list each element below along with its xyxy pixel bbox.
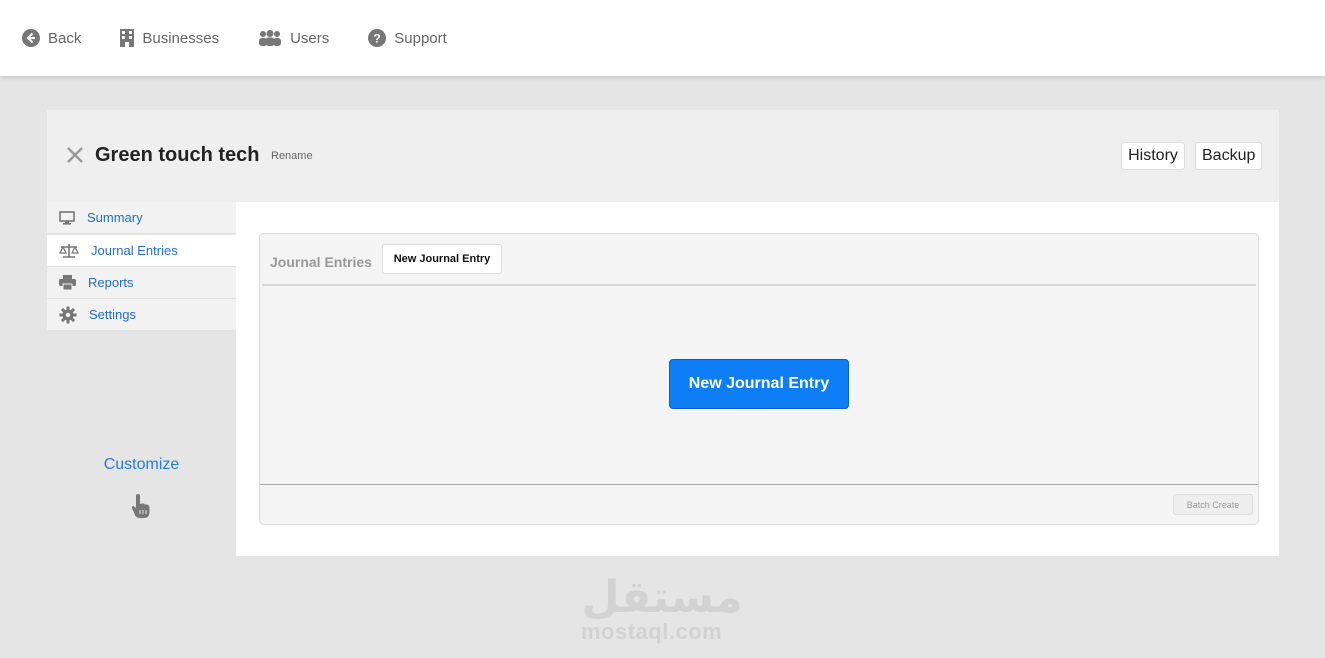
sidebar-item-journal-entries[interactable]: Journal Entries (47, 235, 236, 267)
question-circle-icon: ? (368, 29, 387, 47)
nav-support-label: Support (394, 29, 447, 47)
pointer-hand-icon[interactable] (130, 493, 152, 519)
building-icon (120, 29, 135, 47)
watermark-domain: mostaql.com (581, 619, 723, 644)
customize-link[interactable]: Customize (47, 456, 236, 474)
watermark-arabic: مستقل (582, 572, 742, 620)
close-icon[interactable] (65, 145, 85, 165)
monitor-icon (59, 210, 75, 225)
divider (262, 284, 1256, 286)
sidebar-item-reports[interactable]: Reports (47, 267, 236, 299)
tab-new-journal-entry[interactable]: New Journal Entry (382, 244, 502, 274)
printer-icon (59, 275, 76, 290)
history-button[interactable]: History (1121, 142, 1185, 170)
journal-entries-card: Journal Entries New Journal Entry New Jo… (259, 233, 1259, 525)
nav-users[interactable]: Users (258, 30, 329, 47)
business-panel: Green touch tech Rename History Backup S… (47, 110, 1279, 556)
rename-link[interactable]: Rename (271, 150, 313, 162)
sidebar-item-summary[interactable]: Summary (47, 202, 236, 234)
users-icon (259, 30, 282, 46)
nav-users-label: Users (290, 29, 330, 47)
sidebar-item-settings[interactable]: Settings (47, 299, 236, 331)
nav-support[interactable]: ? Support (368, 29, 447, 47)
gear-icon (59, 306, 77, 323)
business-title: Green touch tech (95, 144, 260, 166)
watermark-logo: مستقل (582, 572, 742, 620)
sidebar-item-label: Summary (87, 210, 143, 225)
sidebar-item-label: Settings (89, 307, 136, 322)
top-nav: Back Businesses Users ? Support (0, 0, 1325, 76)
section-title: Journal Entries (270, 254, 372, 270)
nav-businesses-label: Businesses (142, 29, 220, 47)
nav-back[interactable]: Back (22, 29, 81, 47)
scale-icon (59, 243, 79, 258)
sidebar: Summary Journal Entries Reports Settings… (47, 202, 236, 556)
arrow-left-circle-icon (22, 29, 40, 47)
panel-header: Green touch tech Rename History Backup (47, 110, 1279, 202)
backup-button[interactable]: Backup (1195, 142, 1262, 170)
sidebar-item-label: Reports (88, 275, 134, 290)
nav-back-label: Back (48, 29, 82, 47)
sidebar-item-label: Journal Entries (91, 243, 178, 258)
nav-businesses[interactable]: Businesses (120, 29, 219, 47)
svg-text:?: ? (374, 32, 381, 46)
divider (260, 484, 1258, 485)
new-journal-entry-button[interactable]: New Journal Entry (669, 359, 849, 409)
batch-create-button[interactable]: Batch Create (1173, 494, 1253, 515)
